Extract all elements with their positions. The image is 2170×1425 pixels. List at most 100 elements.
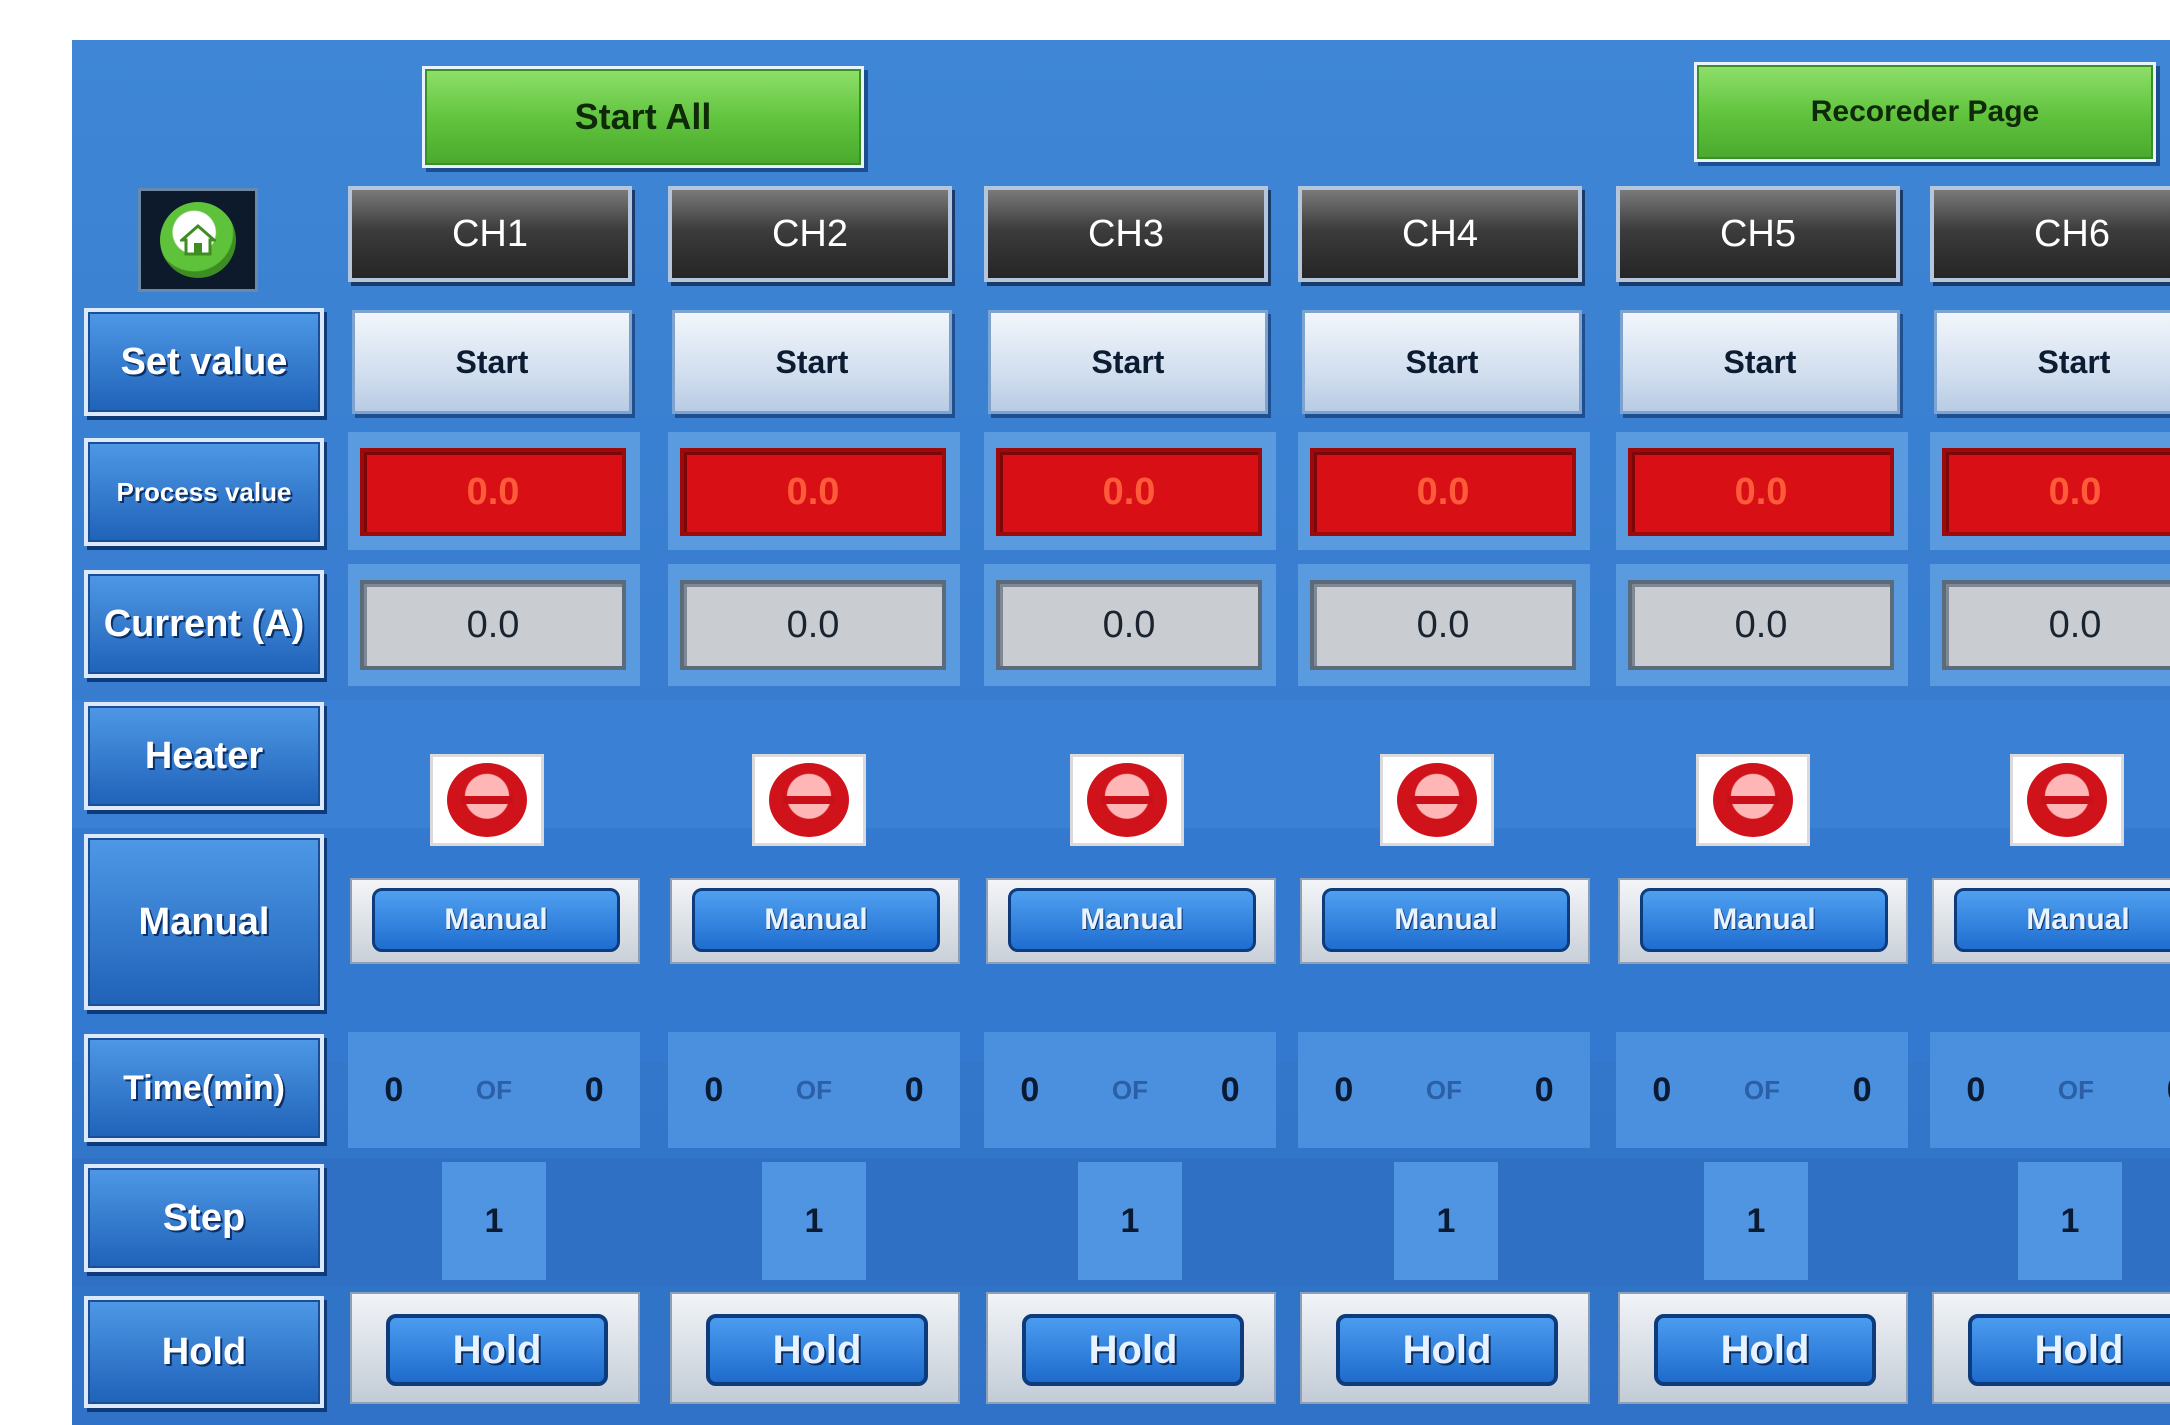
channel-header[interactable]: CH1	[348, 186, 632, 282]
hold-frame: Hold	[1618, 1292, 1908, 1404]
heater-indicator-icon	[447, 763, 527, 837]
row-label-process-value: Process value	[84, 438, 324, 546]
manual-button[interactable]: Manual	[372, 888, 620, 952]
time-elapsed: 0	[1334, 1070, 1354, 1109]
row-label-set-value: Set value	[84, 308, 324, 416]
row-label-time: Time(min)	[84, 1034, 324, 1142]
hold-button[interactable]: Hold	[1968, 1314, 2170, 1386]
hold-button[interactable]: Hold	[386, 1314, 608, 1386]
channel-header[interactable]: CH6	[1930, 186, 2170, 282]
hold-button[interactable]: Hold	[706, 1314, 928, 1386]
step-display: 1	[1078, 1162, 1182, 1280]
hold-frame: Hold	[986, 1292, 1276, 1404]
process-value-display: 0.0	[1628, 448, 1894, 536]
time-display: 0 OF 0	[1616, 1032, 1908, 1148]
manual-frame: Manual	[986, 878, 1276, 964]
set-value-start-button[interactable]: Start	[352, 310, 632, 414]
current-display: 0.0	[1942, 580, 2170, 670]
heater-indicator	[752, 754, 866, 846]
hold-frame: Hold	[350, 1292, 640, 1404]
row-label-step: Step	[84, 1164, 324, 1272]
process-value-display: 0.0	[360, 448, 626, 536]
current-display: 0.0	[1310, 580, 1576, 670]
time-elapsed: 0	[704, 1070, 724, 1109]
heater-indicator-icon	[1713, 763, 1793, 837]
start-all-button[interactable]: Start All	[422, 66, 864, 168]
time-total: 0	[1852, 1070, 1872, 1109]
time-display: 0 OF 0	[1930, 1032, 2170, 1148]
home-icon	[160, 202, 236, 278]
control-panel: Start All Recoreder Page Set value Proce…	[72, 40, 2170, 1425]
time-elapsed: 0	[1966, 1070, 1986, 1109]
hold-button[interactable]: Hold	[1022, 1314, 1244, 1386]
manual-frame: Manual	[1300, 878, 1590, 964]
channel-header[interactable]: CH5	[1616, 186, 1900, 282]
step-display: 1	[2018, 1162, 2122, 1280]
process-value-display: 0.0	[680, 448, 946, 536]
process-value-display: 0.0	[1942, 448, 2170, 536]
step-display: 1	[1704, 1162, 1808, 1280]
row-label-hold: Hold	[84, 1296, 324, 1408]
heater-indicator	[1696, 754, 1810, 846]
channel-column: CH2 Start 0.0 0.0 Manual 0 OF 0 1 Hold	[668, 186, 960, 1425]
home-button[interactable]	[138, 188, 258, 292]
time-elapsed: 0	[384, 1070, 404, 1109]
current-display: 0.0	[1628, 580, 1894, 670]
channel-column: CH1 Start 0.0 0.0 Manual 0 OF 0 1 Hold	[348, 186, 640, 1425]
time-separator: OF	[475, 1074, 513, 1105]
process-value-display: 0.0	[1310, 448, 1576, 536]
row-label-heater: Heater	[84, 702, 324, 810]
time-total: 0	[1220, 1070, 1240, 1109]
process-value-display: 0.0	[996, 448, 1262, 536]
heater-indicator-icon	[769, 763, 849, 837]
set-value-start-button[interactable]: Start	[988, 310, 1268, 414]
manual-frame: Manual	[1618, 878, 1908, 964]
channel-header[interactable]: CH2	[668, 186, 952, 282]
step-display: 1	[442, 1162, 546, 1280]
channel-column: CH4 Start 0.0 0.0 Manual 0 OF 0 1 Hold	[1298, 186, 1590, 1425]
manual-button[interactable]: Manual	[1954, 888, 2170, 952]
time-separator: OF	[795, 1074, 833, 1105]
current-display: 0.0	[996, 580, 1262, 670]
manual-button[interactable]: Manual	[1322, 888, 1570, 952]
time-display: 0 OF 0	[668, 1032, 960, 1148]
time-separator: OF	[1111, 1074, 1149, 1105]
set-value-start-button[interactable]: Start	[1620, 310, 1900, 414]
row-label-manual: Manual	[84, 834, 324, 1010]
heater-indicator	[2010, 754, 2124, 846]
manual-button[interactable]: Manual	[1640, 888, 1888, 952]
time-display: 0 OF 0	[984, 1032, 1276, 1148]
manual-frame: Manual	[1932, 878, 2170, 964]
manual-button[interactable]: Manual	[692, 888, 940, 952]
hold-button[interactable]: Hold	[1654, 1314, 1876, 1386]
channel-column: CH3 Start 0.0 0.0 Manual 0 OF 0 1 Hold	[984, 186, 1276, 1425]
time-separator: OF	[2057, 1074, 2095, 1105]
set-value-start-button[interactable]: Start	[1934, 310, 2170, 414]
set-value-start-button[interactable]: Start	[672, 310, 952, 414]
heater-indicator	[430, 754, 544, 846]
channel-header[interactable]: CH4	[1298, 186, 1582, 282]
set-value-start-button[interactable]: Start	[1302, 310, 1582, 414]
hold-button[interactable]: Hold	[1336, 1314, 1558, 1386]
time-display: 0 OF 0	[1298, 1032, 1590, 1148]
time-separator: OF	[1743, 1074, 1781, 1105]
heater-indicator	[1070, 754, 1184, 846]
recorder-page-button[interactable]: Recoreder Page	[1694, 62, 2156, 162]
heater-indicator	[1380, 754, 1494, 846]
step-display: 1	[1394, 1162, 1498, 1280]
channel-header[interactable]: CH3	[984, 186, 1268, 282]
manual-frame: Manual	[350, 878, 640, 964]
time-elapsed: 0	[1652, 1070, 1672, 1109]
heater-indicator-icon	[1397, 763, 1477, 837]
current-display: 0.0	[680, 580, 946, 670]
time-total: 0	[584, 1070, 604, 1109]
time-separator: OF	[1425, 1074, 1463, 1105]
hold-frame: Hold	[1932, 1292, 2170, 1404]
time-elapsed: 0	[1020, 1070, 1040, 1109]
row-label-current: Current (A)	[84, 570, 324, 678]
heater-indicator-icon	[1087, 763, 1167, 837]
time-total: 0	[1534, 1070, 1554, 1109]
manual-button[interactable]: Manual	[1008, 888, 1256, 952]
step-display: 1	[762, 1162, 866, 1280]
manual-frame: Manual	[670, 878, 960, 964]
